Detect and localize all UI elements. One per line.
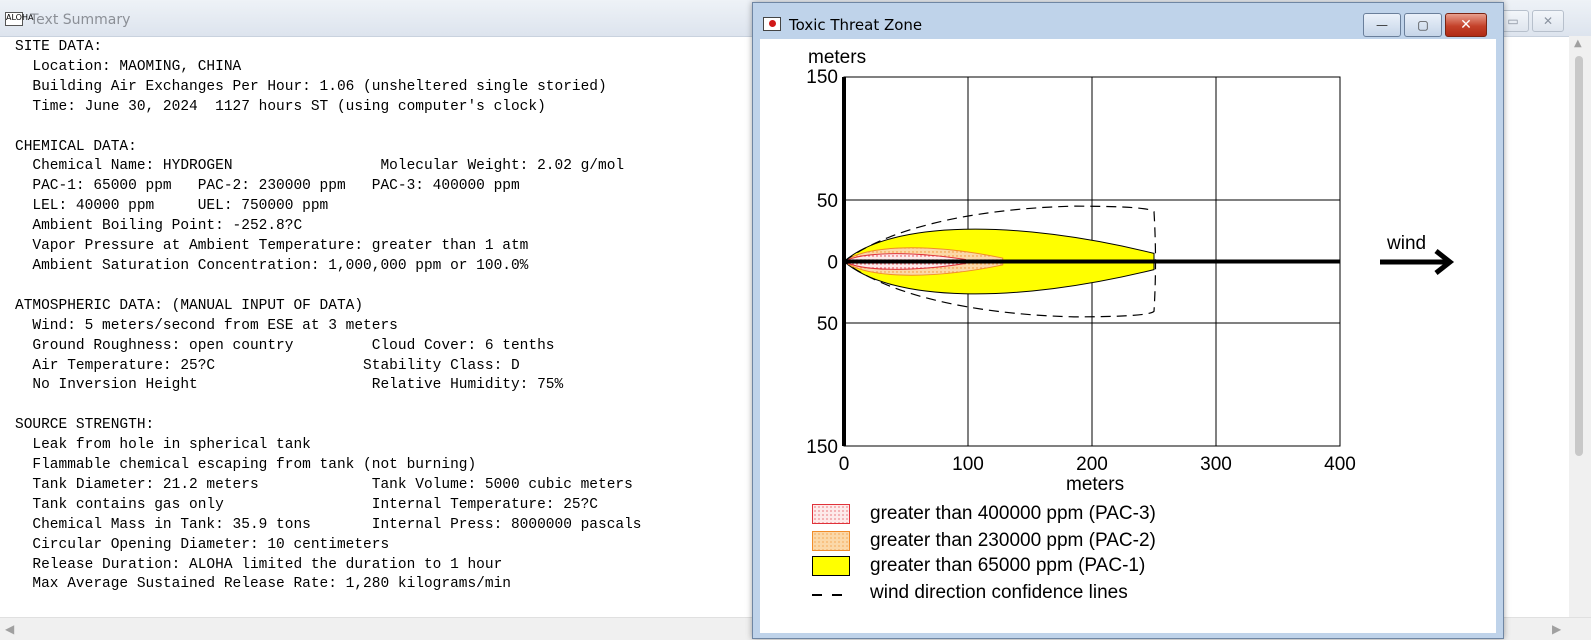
wind-arrow: wind — [1380, 233, 1455, 275]
x-tick-label: 0 — [839, 454, 850, 475]
threat-zone-plot-area: meters meters 0 100 200 300 400 150 50 0 50 150 w… — [760, 39, 1496, 633]
legend-label: greater than 400000 ppm (PAC-3) — [870, 503, 1156, 524]
legend-swatch — [812, 594, 850, 596]
y-tick-label: 50 — [817, 191, 838, 212]
y-tick-label: 0 — [827, 253, 838, 274]
aloha-app-icon — [763, 17, 781, 31]
legend-swatch — [812, 556, 850, 576]
scroll-left-icon[interactable]: ◀ — [5, 622, 14, 636]
minimize-button[interactable]: — — [1363, 13, 1401, 37]
toxic-threat-zone-window: Toxic Threat Zone — ▢ ✕ meters meters 0 … — [752, 2, 1504, 639]
close-button-background[interactable]: ✕ — [1532, 10, 1564, 32]
x-tick-label: 300 — [1200, 454, 1232, 475]
legend-swatch — [812, 504, 850, 524]
legend-label: wind direction confidence lines — [870, 582, 1128, 603]
y-tick-label: 150 — [806, 437, 838, 458]
y-tick-label: 50 — [817, 314, 838, 335]
window-title: Text Summary — [30, 12, 131, 28]
x-tick-label: 100 — [952, 454, 984, 475]
scroll-thumb[interactable] — [1575, 56, 1583, 456]
threat-window-title: Toxic Threat Zone — [789, 16, 923, 34]
vertical-scrollbar[interactable]: ▲ — [1569, 36, 1591, 617]
maximize-button[interactable]: ▢ — [1404, 13, 1442, 37]
x-tick-label: 200 — [1076, 454, 1108, 475]
legend-swatch — [812, 531, 850, 551]
threat-titlebar[interactable]: Toxic Threat Zone — ▢ ✕ — [753, 3, 1503, 39]
threat-zone-chart: meters meters 0 100 200 300 400 150 50 0 50 150 w… — [806, 47, 1455, 495]
y-tick-label: 150 — [806, 67, 838, 88]
close-button[interactable]: ✕ — [1445, 13, 1487, 37]
x-tick-label: 400 — [1324, 454, 1356, 475]
app-icon: ALOHA — [5, 12, 33, 26]
legend-label: greater than 65000 ppm (PAC-1) — [870, 555, 1146, 576]
x-axis-label: meters — [1066, 474, 1124, 495]
legend-label: greater than 230000 ppm (PAC-2) — [870, 530, 1156, 551]
y-axis-label: meters — [808, 47, 866, 68]
scroll-right-icon[interactable]: ▶ — [1552, 622, 1561, 636]
scroll-up-icon[interactable]: ▲ — [1574, 38, 1582, 49]
summary-text: SITE DATA: Location: MAOMING, CHINA Buil… — [15, 39, 642, 593]
wind-label: wind — [1386, 233, 1426, 254]
